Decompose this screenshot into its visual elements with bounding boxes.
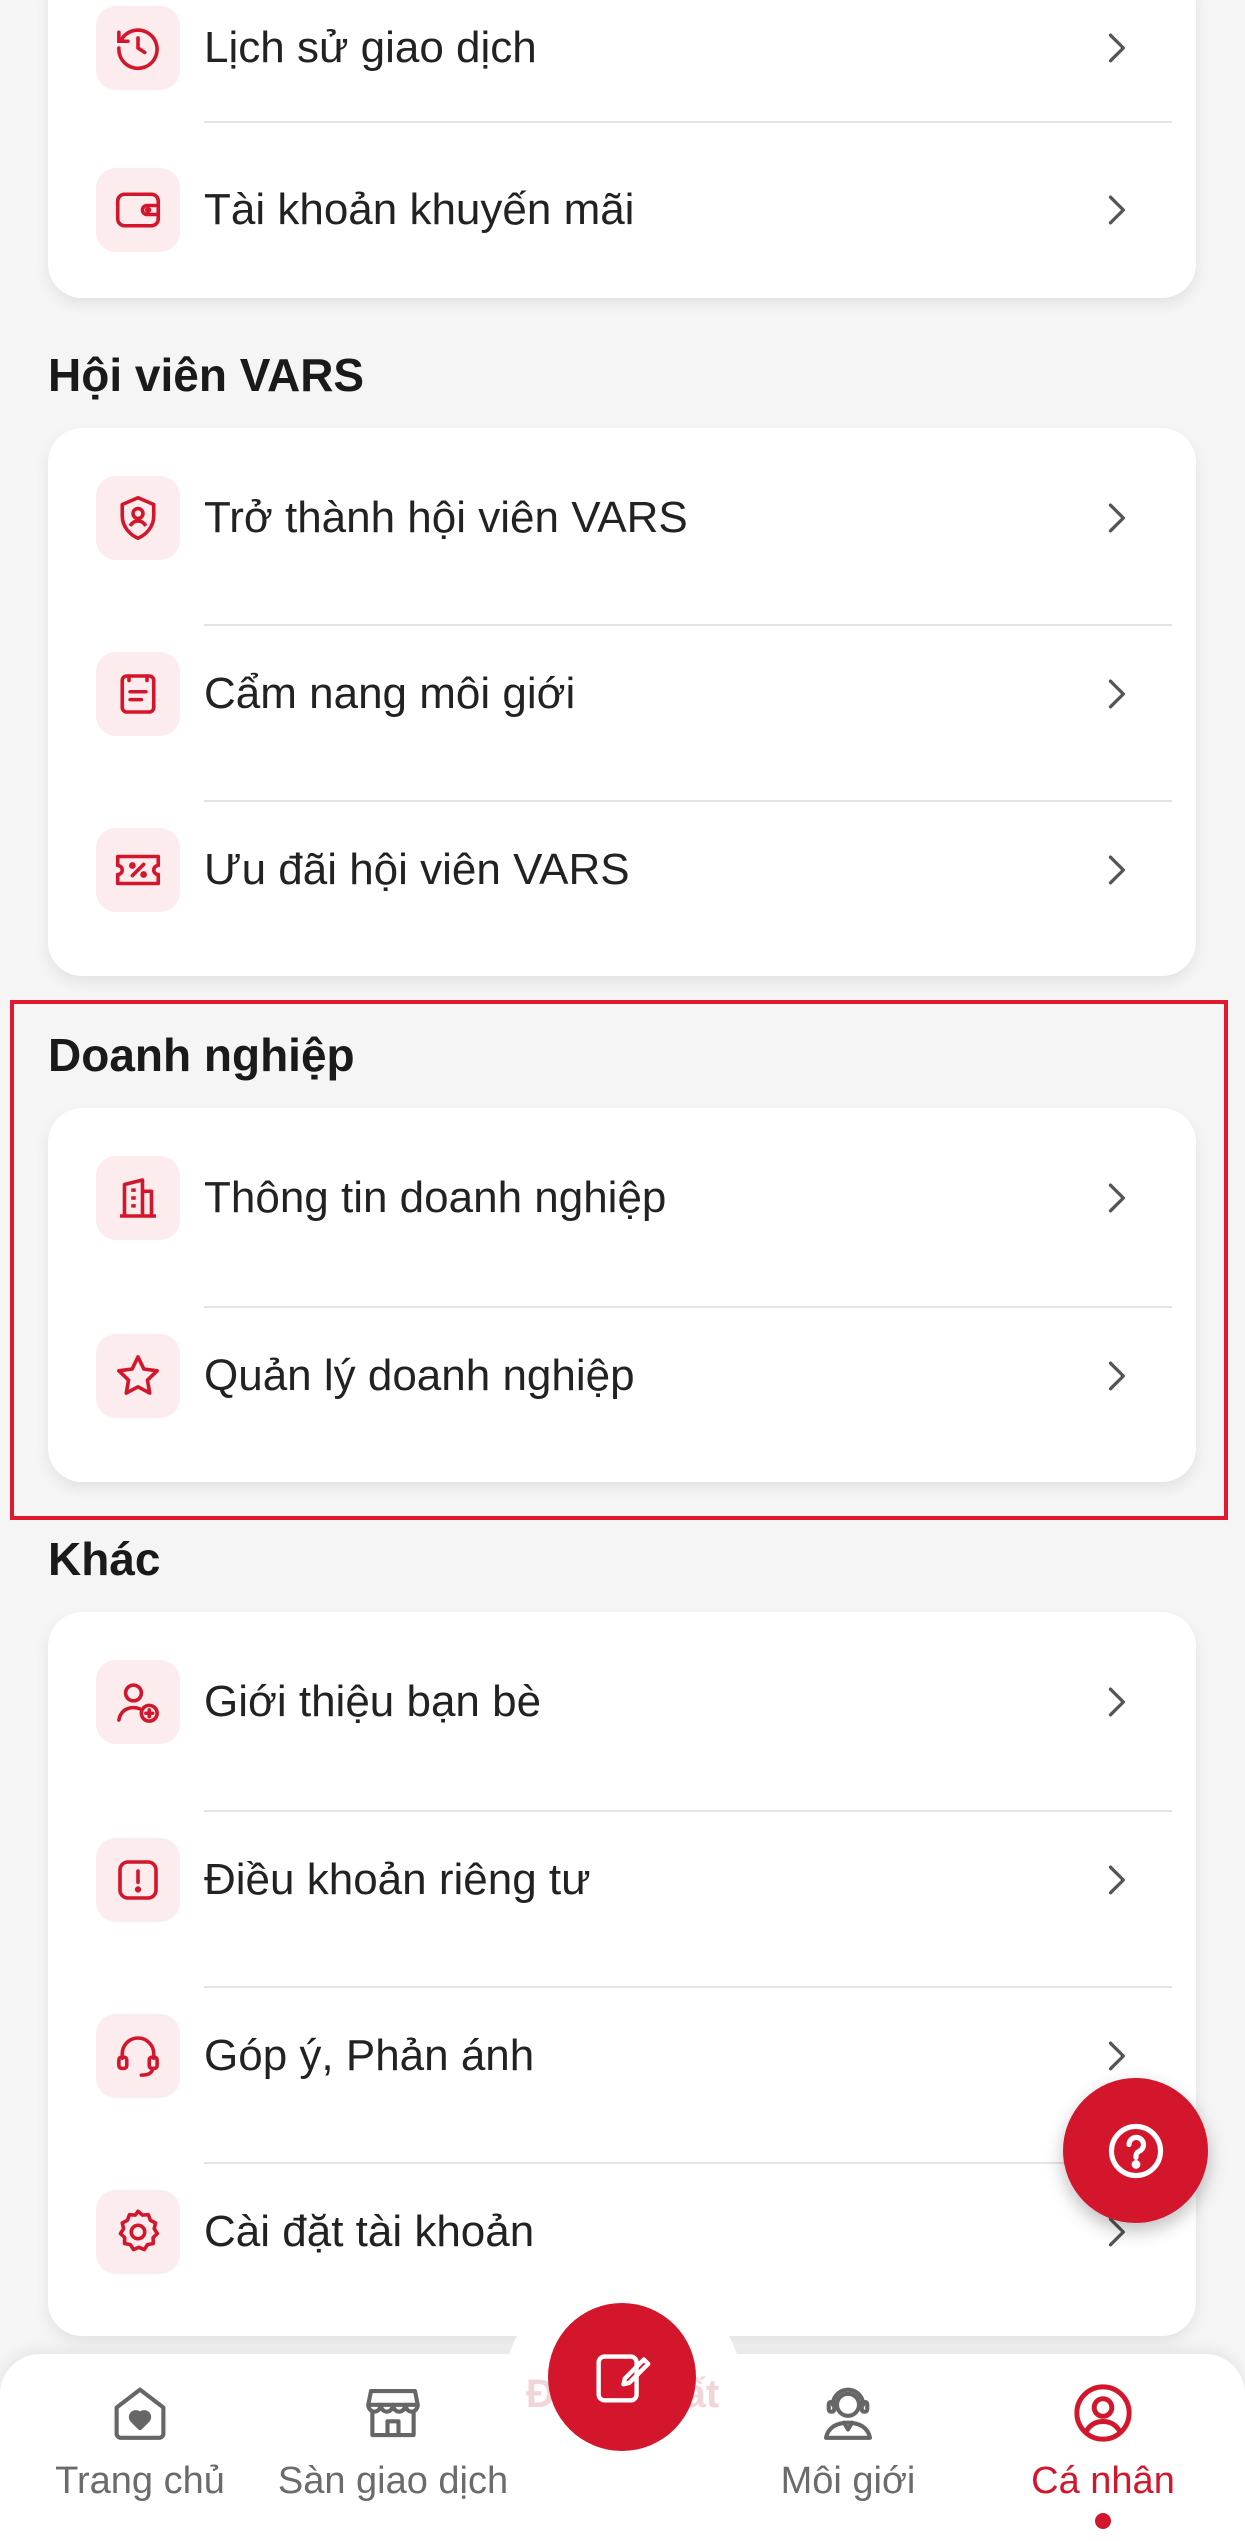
chevron-right-icon — [1108, 1865, 1125, 1895]
chevron-right-icon — [1108, 33, 1125, 63]
chevron-right-icon — [1108, 2041, 1125, 2071]
section-title-business: Doanh nghiệp — [48, 1029, 355, 1081]
chevron-right-icon — [1108, 503, 1125, 533]
shield-user-icon — [96, 476, 180, 560]
nav-item-marketplace[interactable]: Sàn giao dịch — [268, 2380, 518, 2520]
gear-icon — [96, 2190, 180, 2274]
section-title-other: Khác — [48, 1533, 161, 1585]
menu-item-become-member[interactable]: Trở thành hội viên VARS — [48, 430, 1196, 606]
menu-item-business-manage[interactable]: Quản lý doanh nghiệp — [48, 1288, 1196, 1464]
help-button[interactable] — [1063, 2078, 1208, 2223]
broker-icon — [823, 2387, 873, 2440]
home-heart-icon — [114, 2387, 166, 2440]
building-icon — [96, 1156, 180, 1240]
chevron-right-icon — [1108, 1687, 1125, 1717]
menu-item-label: Cài đặt tài khoản — [204, 2207, 535, 2256]
nav-item-broker[interactable]: Môi giới — [748, 2380, 948, 2520]
clock-history-icon — [96, 6, 180, 90]
ticket-discount-icon — [96, 828, 180, 912]
nav-item-profile[interactable]: Cá nhân — [1003, 2380, 1203, 2520]
menu-item-label: Thông tin doanh nghiệp — [204, 1173, 667, 1222]
menu-item-label: Tài khoản khuyến mãi — [204, 185, 635, 234]
chevron-right-icon — [1108, 855, 1125, 885]
membership-card: Trở thành hội viên VARS Cẩm nang môi giớ… — [48, 428, 1196, 976]
menu-item-feedback[interactable]: Góp ý, Phản ánh — [48, 1968, 1196, 2144]
nav-item-home[interactable]: Trang chủ — [40, 2380, 240, 2520]
chevron-right-icon — [1108, 679, 1125, 709]
menu-item-member-offers[interactable]: Ưu đãi hội viên VARS — [48, 782, 1196, 958]
alert-icon — [96, 1838, 180, 1922]
edit-note-icon — [596, 2354, 651, 2403]
menu-item-label: Giới thiệu bạn bè — [204, 1677, 542, 1726]
create-post-button[interactable] — [548, 2303, 696, 2451]
user-add-icon — [96, 1660, 180, 1744]
section-title-membership: Hội viên VARS — [48, 349, 365, 401]
menu-item-broker-handbook[interactable]: Cẩm nang môi giới — [48, 606, 1196, 782]
star-icon — [96, 1334, 180, 1418]
nav-label: Môi giới — [780, 2460, 916, 2502]
chevron-right-icon — [1108, 1183, 1125, 1213]
menu-item-business-info[interactable]: Thông tin doanh nghiệp — [48, 1110, 1196, 1286]
menu-item-label: Điều khoản riêng tư — [204, 1855, 591, 1904]
account-card: Lịch sử giao dịch Tài khoản khuyến mãi — [48, 0, 1196, 298]
menu-item-promo-account[interactable]: Tài khoản khuyến mãi — [48, 122, 1196, 298]
business-card: Thông tin doanh nghiệp Quản lý doanh ngh… — [48, 1108, 1196, 1482]
wallet-icon — [96, 168, 180, 252]
chevron-right-icon — [1108, 1361, 1125, 1391]
chevron-right-icon — [1108, 195, 1125, 225]
menu-item-label: Ưu đãi hội viên VARS — [204, 845, 630, 894]
headset-icon — [96, 2014, 180, 2098]
menu-item-label: Lịch sử giao dịch — [204, 23, 537, 72]
menu-item-privacy-terms[interactable]: Điều khoản riêng tư — [48, 1792, 1196, 1968]
menu-item-label: Trở thành hội viên VARS — [204, 493, 688, 542]
profile-icon — [1074, 2384, 1132, 2442]
help-question-icon — [1108, 2123, 1163, 2178]
handbook-icon — [96, 652, 180, 736]
menu-item-label: Cẩm nang môi giới — [204, 669, 576, 718]
nav-label: Sàn giao dịch — [277, 2460, 509, 2502]
active-indicator-dot — [1095, 2513, 1111, 2529]
nav-label: Cá nhân — [1031, 2460, 1175, 2502]
menu-item-transaction-history[interactable]: Lịch sử giao dịch — [48, 0, 1196, 136]
menu-item-label: Góp ý, Phản ánh — [204, 2031, 535, 2080]
store-icon — [366, 2388, 420, 2438]
menu-item-refer-friends[interactable]: Giới thiệu bạn bè — [48, 1614, 1196, 1790]
nav-label: Trang chủ — [55, 2460, 225, 2502]
other-card: Giới thiệu bạn bè Điều khoản riêng tư Gó… — [48, 1612, 1196, 2336]
menu-item-label: Quản lý doanh nghiệp — [204, 1351, 635, 1400]
